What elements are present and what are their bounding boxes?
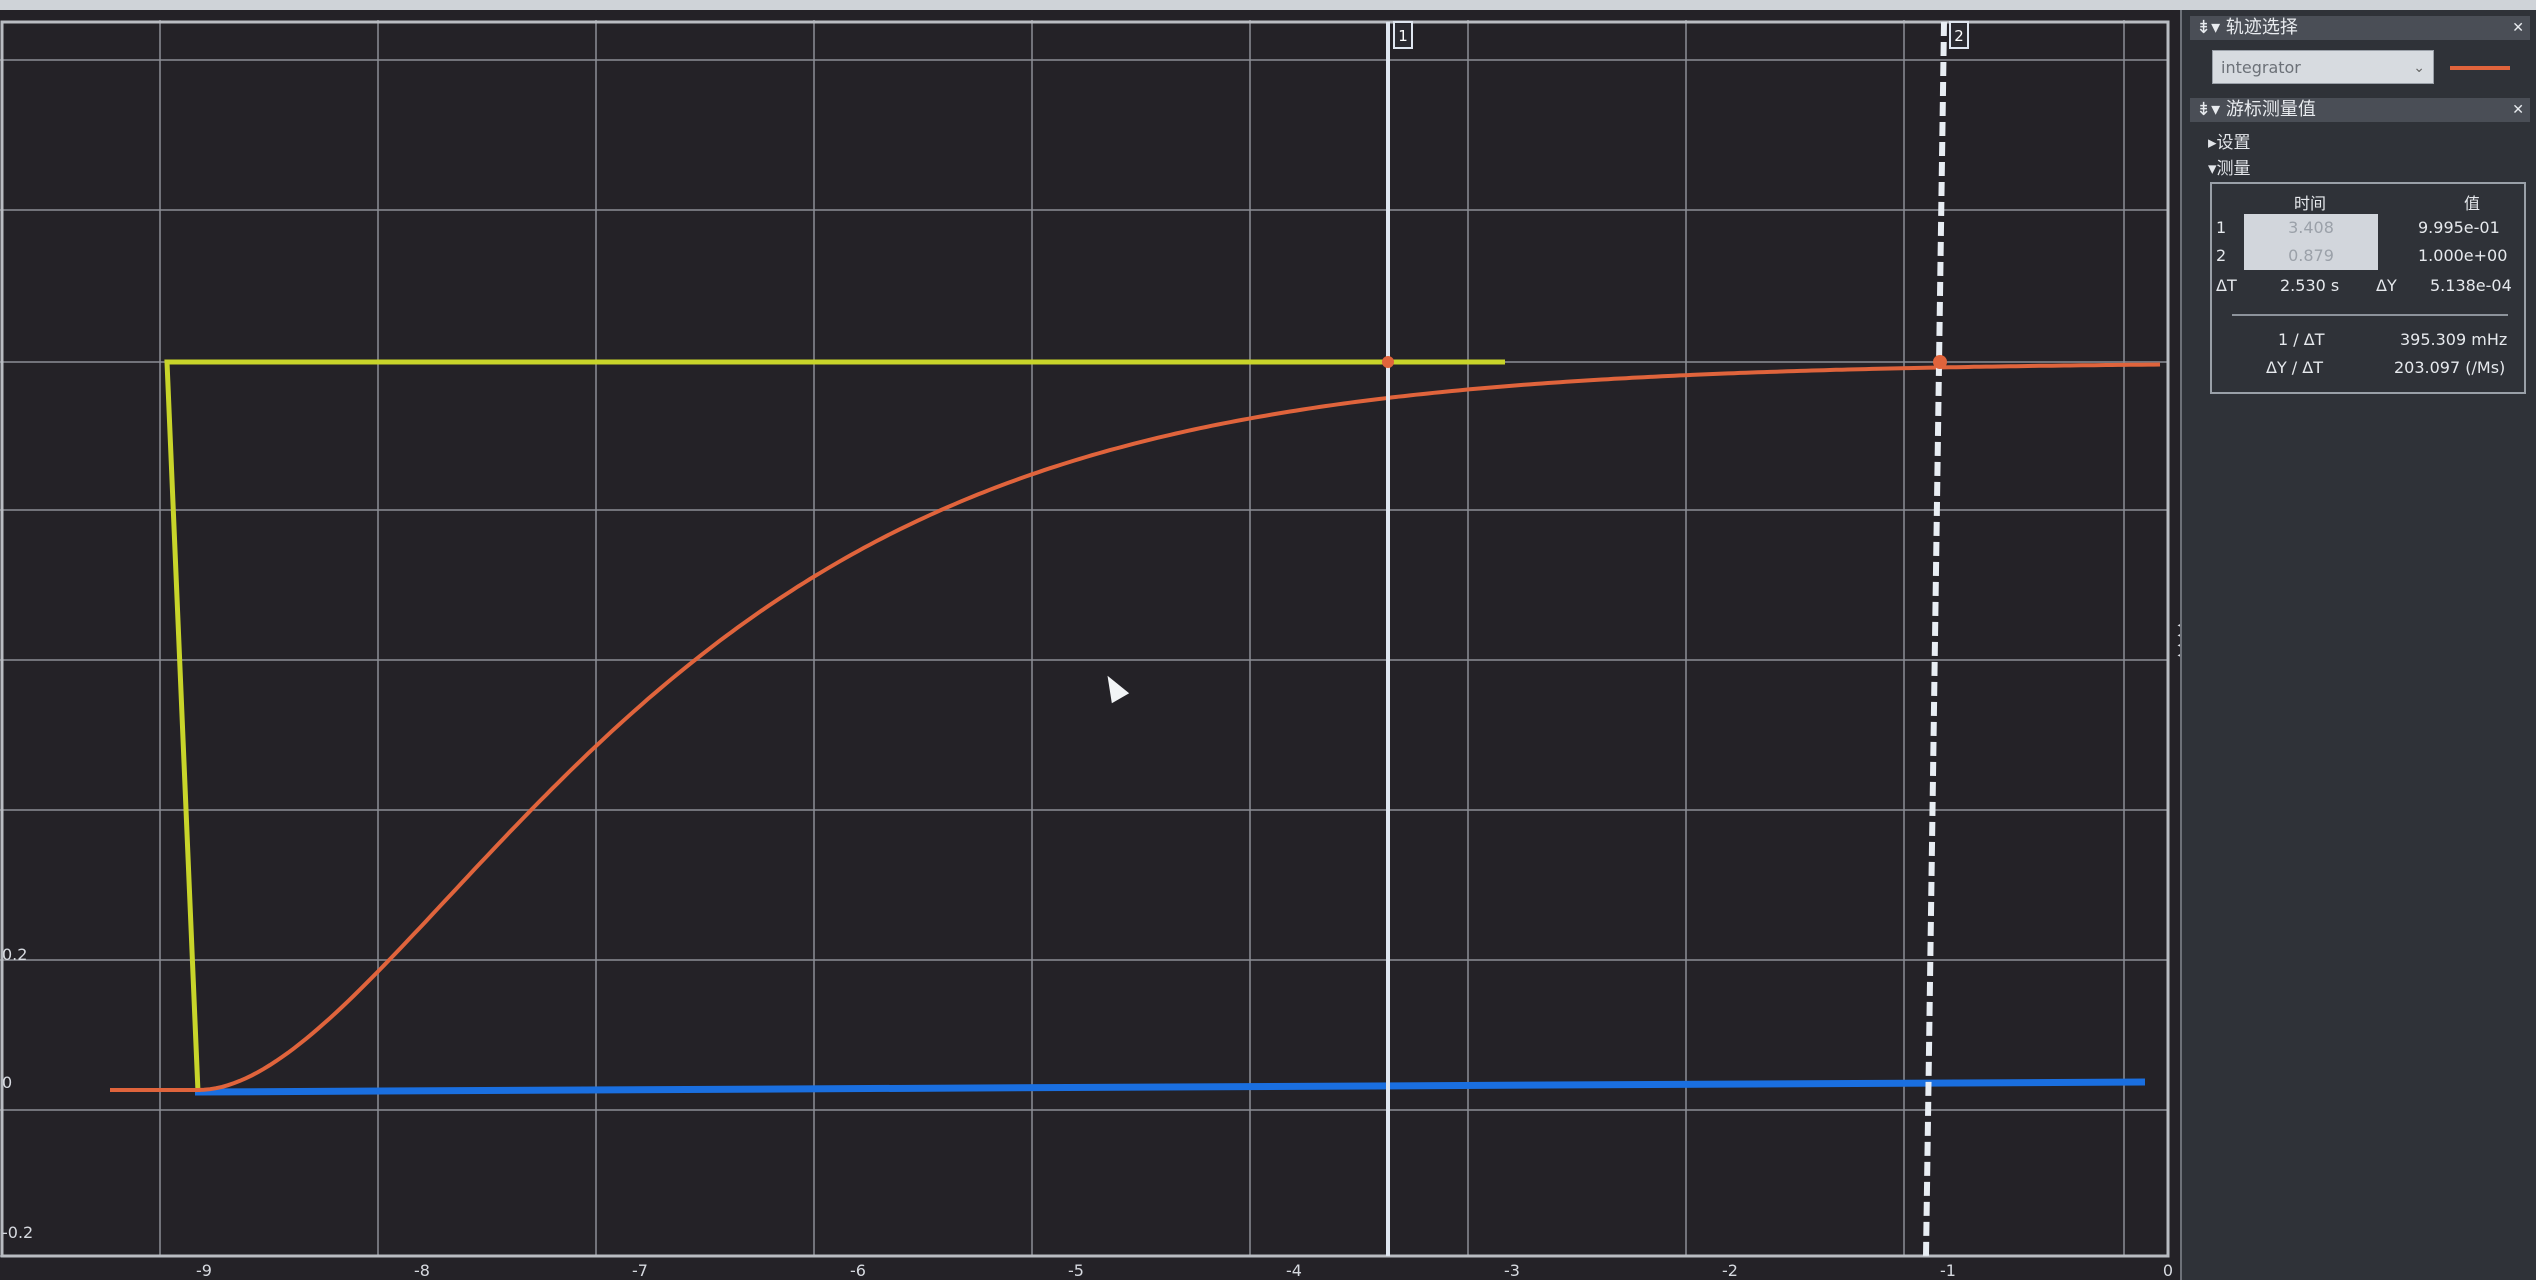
x-tick-label: -3 (1504, 1261, 1520, 1280)
cursor1-time-field[interactable]: 3.408 (2244, 214, 2378, 242)
close-icon[interactable]: ✕ (2512, 98, 2524, 122)
x-tick-label: -2 (1722, 1261, 1738, 1280)
cursor-2-label: 2 (1954, 27, 1964, 45)
plot-grid (0, 20, 2170, 1258)
delta-y-label: ΔY (2376, 276, 2397, 295)
cursor-measurements-header[interactable]: ⇟▾ 游标测量值 ✕ (2190, 98, 2530, 122)
cursor2-value: 1.000e+00 (2418, 246, 2508, 265)
trace-dropdown[interactable]: integrator ⌄ (2212, 50, 2434, 84)
cursors[interactable]: 12 (1382, 21, 1969, 1257)
collapse-icon[interactable]: ⇟▾ (2196, 99, 2226, 120)
cursor-measurements-title: 游标测量值 (2225, 99, 2316, 120)
cursor2-index: 2 (2216, 246, 2227, 265)
value-column-header: 值 (2464, 194, 2481, 213)
y-tick-label: -0.2 (2, 1223, 33, 1242)
trace-color-swatch (2450, 66, 2510, 70)
side-panel: ⇟▾ 轨迹选择 ✕ integrator ⌄ ⇟▾ 游标测量值 ✕ ▸设置 ▾测… (2180, 10, 2536, 1280)
inverse-delta-t-label: 1 / ΔT (2278, 330, 2325, 349)
close-icon[interactable]: ✕ (2512, 16, 2524, 40)
cursor-1-label: 1 (1398, 27, 1408, 45)
trace-dropdown-value: integrator (2221, 58, 2301, 77)
cursor-1-marker (1382, 356, 1394, 368)
scope-plot-area[interactable]: 0.2 0 -0.2 -9 -8 -7 -6 -5 -4 -3 -2 -1 0 12 (0, 10, 2180, 1280)
x-tick-label: -5 (1068, 1261, 1084, 1280)
slope-value: 203.097 (/Ms) (2394, 358, 2506, 377)
settings-tree-item[interactable]: ▸设置 (2208, 128, 2251, 153)
x-tick-label: -9 (196, 1261, 212, 1280)
delta-t-value: 2.530 s (2280, 276, 2340, 295)
slope-label: ΔY / ΔT (2266, 358, 2323, 377)
scope-plot[interactable]: 0.20-0.2-9 -8 -7 -6 -5 -4 -3 -2 -1 0 12 (0, 10, 2180, 1280)
delta-t-label: ΔT (2216, 276, 2237, 295)
x-tick-label: -1 (1940, 1261, 1956, 1280)
x-tick-label: -6 (850, 1261, 866, 1280)
chevron-down-icon: ⌄ (2413, 60, 2425, 76)
trace-selection-header[interactable]: ⇟▾ 轨迹选择 ✕ (2190, 16, 2530, 40)
x-tick-label: -7 (632, 1261, 648, 1280)
cursor2-time-field[interactable]: 0.879 (2244, 242, 2378, 270)
trace-selection-title: 轨迹选择 (2225, 17, 2298, 38)
measure-tree-item[interactable]: ▾测量 (2208, 154, 2251, 179)
integrator-response-trace (110, 362, 2161, 1092)
measurement-divider (2232, 314, 2508, 316)
delta-y-value: 5.138e-04 (2430, 276, 2512, 295)
collapse-icon[interactable]: ⇟▾ (2196, 17, 2226, 38)
cursor-2-marker (1933, 355, 1947, 369)
traces (110, 359, 2161, 1096)
inverse-delta-t-value: 395.309 mHz (2400, 330, 2508, 349)
x-tick-label: -4 (1286, 1261, 1302, 1280)
time-column-header: 时间 (2294, 194, 2327, 213)
plot-border (0, 20, 2170, 1258)
cursor1-value: 9.995e-01 (2418, 218, 2500, 237)
baseline-trace (194, 1078, 2146, 1096)
y-tick-label: 0.2 (2, 945, 27, 964)
measurement-table: 时间 值 1 3.408 9.995e-01 2 0.879 1.000e+00… (2210, 182, 2526, 394)
x-tick-label: -8 (414, 1261, 430, 1280)
cursor1-index: 1 (2216, 218, 2227, 237)
tick-labels: 0.2 0 -0.2 -9 -8 -7 -6 -5 -4 -3 -2 -1 0 (2, 945, 2173, 1280)
cursor-2-line[interactable] (1923, 21, 1947, 1257)
y-tick-label: 0 (2, 1073, 12, 1092)
x-tick-label: 0 (2163, 1261, 2173, 1280)
